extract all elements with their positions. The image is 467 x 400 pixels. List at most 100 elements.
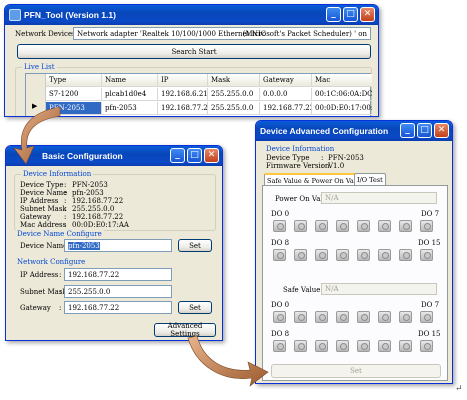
minimize-icon[interactable]: _ — [400, 123, 415, 138]
col-ip-header[interactable]: IP — [158, 74, 208, 87]
cell-mask: 255.255.0.0 — [208, 102, 260, 115]
do-toggle-button[interactable] — [315, 249, 328, 261]
do-toggle-button[interactable] — [336, 220, 349, 232]
maximize-icon[interactable]: □ — [417, 123, 432, 138]
do-toggle-button[interactable] — [357, 311, 370, 323]
do-toggle-button[interactable] — [273, 249, 286, 261]
safe-value-input[interactable]: N/A — [321, 283, 437, 295]
close-icon[interactable]: ✕ — [360, 7, 375, 22]
col-name-header[interactable]: Name — [102, 74, 158, 87]
firmware-version-label: Firmware Version — [266, 162, 330, 170]
live-list-table[interactable]: ▶ Type Name IP Mask Gateway Mac S7-1200 … — [25, 73, 372, 116]
search-start-label: Search Start — [171, 47, 217, 56]
maximize-icon[interactable]: □ — [187, 148, 202, 163]
cell-ip: 192.168.6.211 — [158, 88, 208, 101]
safe-do8-label: DO 8 — [271, 330, 290, 338]
power-do15-label: DO 15 — [418, 239, 441, 247]
advanced-window-title: Device Advanced Configuration — [260, 126, 389, 136]
subnet-mask-input[interactable]: 255.255.0.0 — [64, 285, 172, 298]
do-toggle-button[interactable] — [378, 311, 391, 323]
close-icon[interactable]: ✕ — [204, 148, 219, 163]
do-toggle-button[interactable] — [378, 340, 391, 352]
do-toggle-button[interactable] — [315, 340, 328, 352]
do-toggle-button[interactable] — [315, 220, 328, 232]
minimize-icon[interactable]: _ — [326, 7, 341, 22]
col-type-header[interactable]: Type — [46, 74, 102, 87]
do-toggle-button[interactable] — [378, 249, 391, 261]
ip-address-label: IP Address — [20, 271, 59, 279]
ip-address-input[interactable]: 192.168.77.22 — [64, 268, 172, 281]
col-mask-header[interactable]: Mask — [208, 74, 260, 87]
tab-io-test[interactable]: I/O Test — [354, 173, 386, 185]
table-header: Type Name IP Mask Gateway Mac — [46, 74, 372, 87]
advanced-settings-button[interactable]: Advanced Settings — [154, 322, 216, 338]
set-name-button[interactable]: Set — [178, 239, 212, 252]
return-mark: ↵ — [455, 384, 463, 394]
do-toggle-button[interactable] — [420, 311, 433, 323]
do-toggle-button[interactable] — [294, 249, 307, 261]
maximize-icon[interactable]: □ — [343, 7, 358, 22]
search-start-button[interactable]: Search Start — [17, 44, 371, 59]
gateway-input[interactable]: 192.168.77.22 — [64, 301, 172, 314]
device-name-group-label: Device Name Configure — [15, 230, 104, 238]
basic-info-label: Device Information — [21, 170, 94, 178]
do-toggle-button[interactable] — [399, 220, 412, 232]
do-toggle-button[interactable] — [399, 249, 412, 261]
do-toggle-button[interactable] — [420, 220, 433, 232]
do-toggle-button[interactable] — [399, 340, 412, 352]
do-toggle-button[interactable] — [273, 340, 286, 352]
do-toggle-button[interactable] — [357, 220, 370, 232]
network-adapter-select[interactable]: Network adapter 'Realtek 10/100/1000 Eth… — [73, 27, 371, 40]
gateway-colon: : — [59, 304, 62, 312]
do-toggle-button[interactable] — [336, 311, 349, 323]
basic-title-bar[interactable]: Basic Configuration _ □ ✕ — [6, 146, 222, 166]
app-icon — [9, 9, 21, 21]
do-toggle-button[interactable] — [420, 340, 433, 352]
advanced-info-label: Device Information — [266, 145, 335, 153]
safe-do0-label: DO 0 — [271, 301, 290, 309]
cell-ip: 192.168.77.22 — [158, 102, 208, 115]
info-value: 255.255.0.0 — [72, 205, 115, 213]
do-toggle-button[interactable] — [273, 220, 286, 232]
device-name-input[interactable]: pfn-2053 — [64, 239, 172, 252]
cell-name: plcab1d0e4 — [102, 88, 158, 101]
close-icon[interactable]: ✕ — [434, 123, 449, 138]
do-toggle-button[interactable] — [336, 249, 349, 261]
table-row[interactable]: S7-1200 plcab1d0e4 192.168.6.211 255.255… — [46, 88, 372, 101]
gateway-label: Gateway — [20, 304, 51, 312]
do-toggle-button[interactable] — [357, 340, 370, 352]
set-safe-button[interactable]: Set — [271, 364, 441, 378]
live-list-label: Live List — [22, 63, 57, 71]
power-on-input[interactable]: N/A — [321, 192, 437, 204]
info-colon: : — [64, 181, 67, 189]
do-toggle-button[interactable] — [336, 340, 349, 352]
firmware-version-value: V1.0 — [328, 162, 345, 170]
safe-value-value: N/A — [325, 285, 339, 293]
advanced-title-bar[interactable]: Device Advanced Configuration _ □ ✕ — [256, 121, 452, 141]
col-mac-header[interactable]: Mac — [312, 74, 372, 87]
do-toggle-button[interactable] — [315, 311, 328, 323]
do-toggle-button[interactable] — [357, 249, 370, 261]
do-toggle-button[interactable] — [294, 340, 307, 352]
do-toggle-button[interactable] — [294, 220, 307, 232]
cell-mac: 00:0D:E0:17:00:AA — [312, 102, 372, 115]
do-toggle-button[interactable] — [273, 311, 286, 323]
device-name-value: pfn-2053 — [68, 242, 100, 250]
main-title-bar[interactable]: PFN_Tool (Version 1.1) _ □ ✕ — [5, 5, 378, 25]
col-gateway-header[interactable]: Gateway — [260, 74, 312, 87]
network-adapter-value: Network adapter 'Realtek 10/100/1000 Eth… — [77, 30, 266, 38]
cell-name: pfn-2053 — [102, 102, 158, 115]
info-label: Gateway — [20, 213, 51, 221]
minimize-icon[interactable]: _ — [170, 148, 185, 163]
row-pointer-icon: ▶ — [32, 102, 38, 110]
set-network-button[interactable]: Set — [178, 301, 212, 314]
do-toggle-button[interactable] — [399, 311, 412, 323]
do-toggle-button[interactable] — [420, 249, 433, 261]
do-toggle-button[interactable] — [378, 220, 391, 232]
info-label: Device Name — [20, 189, 68, 197]
cell-type-selected: PFN-2053 — [46, 102, 102, 115]
table-row[interactable]: PFN-2053 pfn-2053 192.168.77.22 255.255.… — [46, 102, 372, 115]
device-type-value: PFN-2053 — [328, 154, 364, 162]
do-toggle-button[interactable] — [294, 311, 307, 323]
network-config-label: Network Configure — [15, 258, 88, 266]
